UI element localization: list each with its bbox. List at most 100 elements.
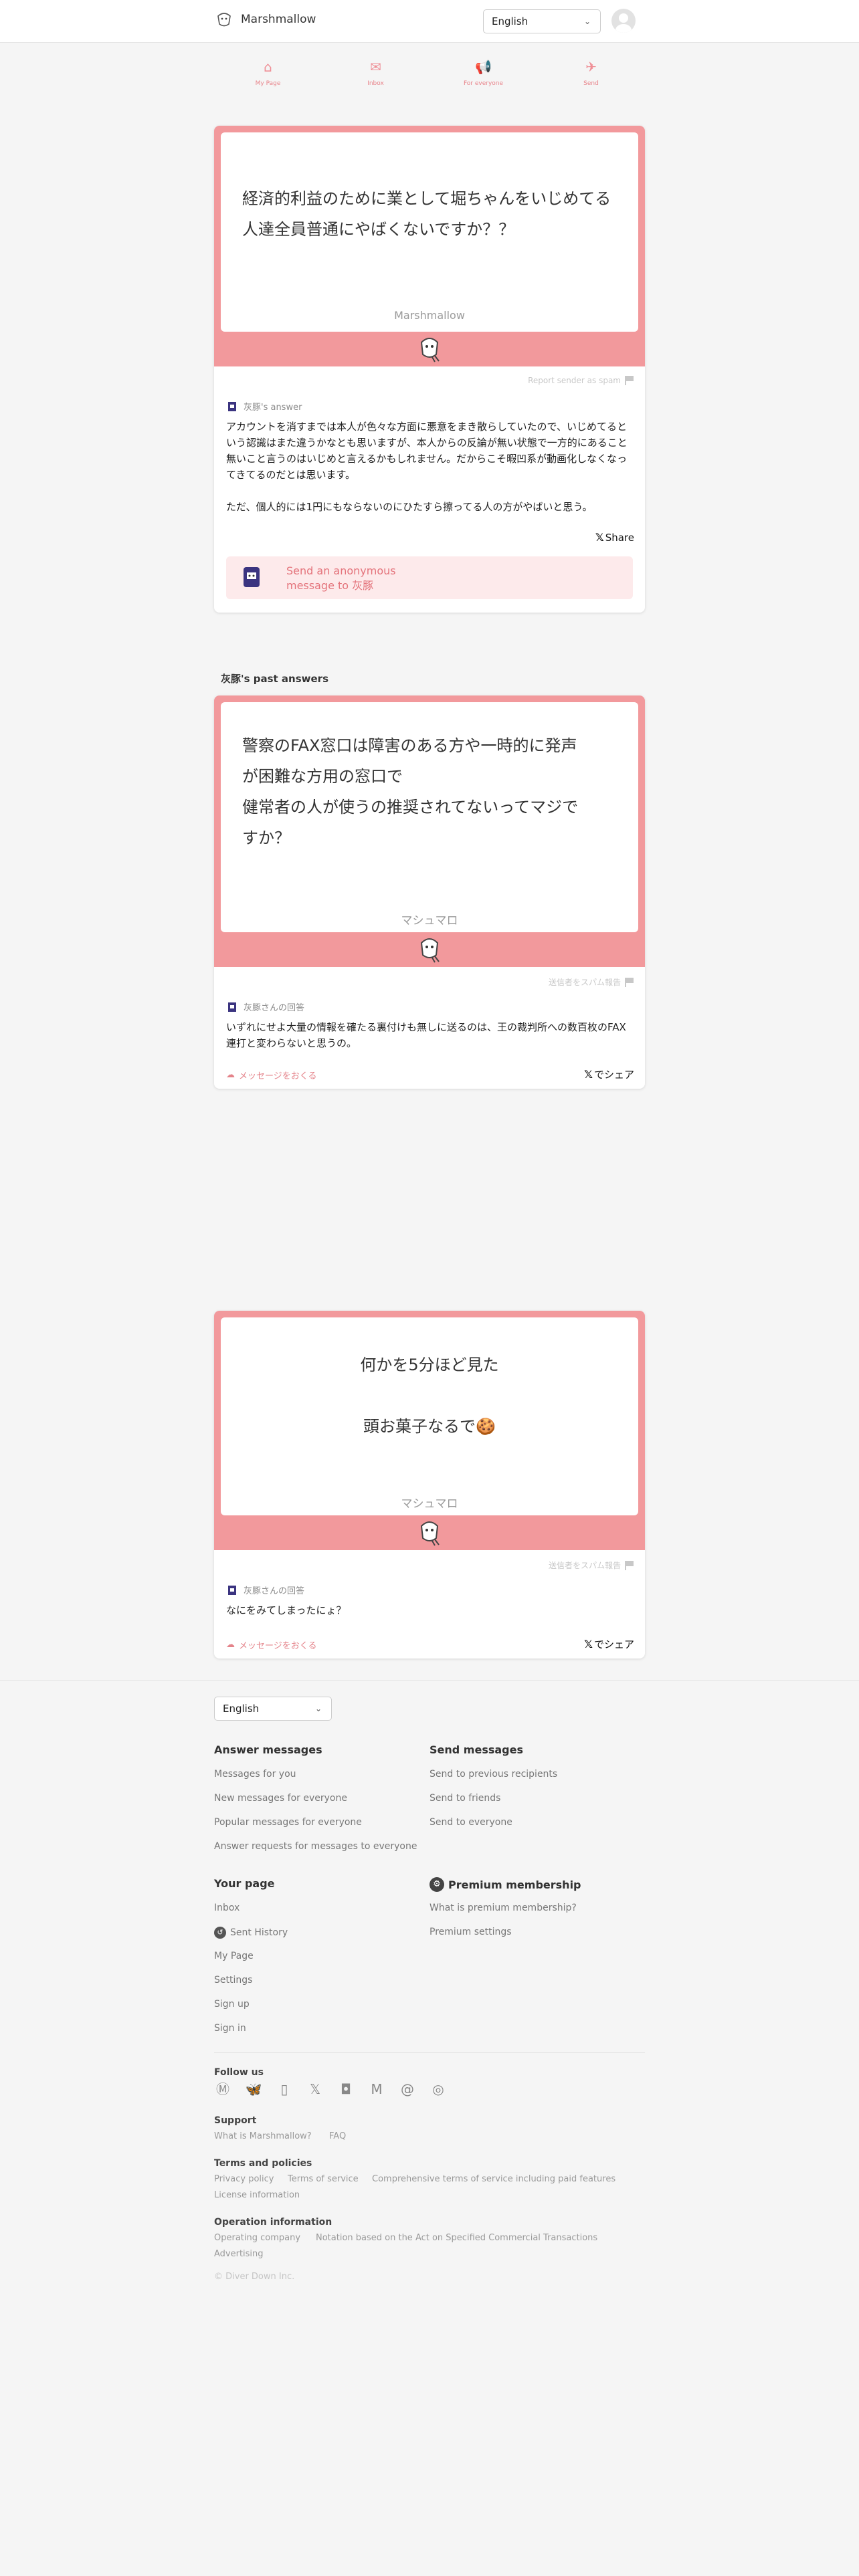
operation-heading: Operation information [214,2217,332,2228]
share-label: でシェア [593,1638,634,1650]
footer-link[interactable]: New messages for everyone [214,1793,347,1804]
premium-title: Premium membership [448,1878,581,1891]
answerer-character-icon [244,567,260,587]
main-message-card: 経済的利益のために業として堀ちゃんをいじめてる人達全員普通にやばくないですか？？… [214,126,645,613]
send-anonymous-message-button[interactable]: Send an anonymous message to 灰豚 [226,556,633,599]
share-label: でシェア [593,1069,634,1081]
bluesky-icon[interactable]: 🦋 [245,2080,262,2098]
footer-link[interactable]: Send to everyone [430,1817,512,1828]
footer-link-sent-history[interactable]: ↺ Sent History [214,1927,288,1939]
threads-icon[interactable]: @ [399,2080,416,2098]
marshmallow-logo-icon [217,13,231,27]
footer-link[interactable]: FAQ [329,2131,346,2141]
footer-link[interactable]: What is Marshmallow? [214,2131,312,2141]
answer-paragraph: ただ、個人的には1円にもならないのにひたすら擦ってる人の方がやばいと思う。 [226,501,593,513]
social-links: Ⓜ 🦋 ▯ 𝕏 ◘ M @ ◎ [214,2080,447,2098]
footer-link[interactable]: Advertising [214,2249,264,2259]
x-icon[interactable]: 𝕏 [306,2080,324,2098]
footer-link[interactable]: Premium settings [430,1927,512,1937]
share-label: Share [605,531,634,544]
footer-link[interactable]: My Page [214,1951,254,1961]
medium-icon[interactable]: M [368,2080,385,2098]
send-message-label: メッセージをおくる [239,1071,317,1081]
question-brand: マシュマロ [401,1497,458,1511]
send-message-link[interactable]: ☁ メッセージをおくる [226,1638,316,1651]
terms-heading: Terms and policies [214,2158,312,2169]
nav-send[interactable]: ✈ Send [537,59,645,92]
report-spam-link[interactable]: 送信者をスパム報告 [549,976,634,988]
nav-label: My Page [255,80,281,87]
nav-for-everyone[interactable]: 📢 For everyone [430,59,537,92]
question-inner: 何かを5分ほど見た 頭お菓子なるで🍪 マシュマロ [221,1317,638,1515]
footer-link[interactable]: License information [214,2190,300,2200]
footer-link[interactable]: Sign in [214,2023,246,2034]
sent-history-label: Sent History [230,1927,288,1938]
footer-language-value: English [223,1703,260,1715]
footer-link[interactable]: Messages for you [214,1769,296,1780]
marshmallow-mascot-icon [420,338,440,362]
answerer-label: 灰豚さんの回答 [226,1584,304,1596]
question-line: 健常者の人が使うの推奨されてないってマジで [242,798,579,817]
x-logo-icon: 𝕏 [584,1068,593,1081]
brand-home-link[interactable]: Marshmallow [214,9,316,29]
footer-link[interactable]: Terms of service [288,2174,359,2184]
marshmallow-mascot-icon [420,1521,440,1546]
note-icon[interactable]: ▯ [276,2080,293,2098]
inbox-icon: ✉ [370,59,381,75]
footer-link[interactable]: Answer requests for messages to everyone [214,1841,417,1852]
send-message-link[interactable]: ☁ メッセージをおくる [226,1069,316,1081]
mastodon-icon[interactable]: ◘ [337,2080,355,2098]
footer-link[interactable]: Sign up [214,1999,250,2010]
answerer-name: 灰豚's answer [244,403,302,413]
question-line: すか？ [242,829,290,847]
footer: English ⌄ Answer messages Messages for y… [0,1680,859,2576]
footer-link[interactable]: Popular messages for everyone [214,1817,362,1828]
app-name: Marshmallow [241,13,316,26]
footer-link[interactable]: Operating company [214,2233,300,2243]
question-inner: 経済的利益のために業として堀ちゃんをいじめてる人達全員普通にやばくないですか？？… [221,132,638,332]
answerer-avatar-icon [228,1002,236,1012]
footer-link[interactable]: Notation based on the Act on Specified C… [316,2233,597,2243]
nav-inbox[interactable]: ✉ Inbox [322,59,430,92]
x-logo-icon: 𝕏 [595,531,604,544]
share-x-button[interactable]: 𝕏 Share [595,531,634,544]
user-avatar[interactable] [611,9,636,33]
divider [214,2052,645,2053]
footer-link[interactable]: What is premium membership? [430,1903,577,1913]
share-x-button[interactable]: 𝕏 でシェア [584,1637,634,1651]
footer-link[interactable]: Privacy policy [214,2174,274,2184]
chevron-down-icon: ⌄ [583,17,591,26]
footer-link[interactable]: Comprehensive terms of service including… [372,2174,615,2184]
language-select[interactable]: English ⌄ [483,9,601,33]
x-logo-icon: 𝕏 [584,1638,593,1650]
answer-paragraph: アカウントを消すまでは本人が色々な方面に悪意をまき散らしていたので、いじめてると… [226,421,628,481]
nav-my-page[interactable]: ⌂ My Page [214,59,322,92]
report-spam-link[interactable]: 送信者をスパム報告 [549,1560,634,1571]
report-label: 送信者をスパム報告 [548,978,621,987]
footer-link[interactable]: Settings [214,1975,252,1985]
question-line: 頭お菓子なるで🍪 [363,1417,496,1436]
flag-icon [625,376,634,385]
report-label: Report sender as spam [528,376,621,385]
report-spam-link[interactable]: Report sender as spam [528,376,634,385]
share-x-button[interactable]: 𝕏 でシェア [584,1067,634,1081]
footer-link[interactable]: Send to friends [430,1793,500,1804]
footer-link[interactable]: Send to previous recipients [430,1769,557,1780]
nav-label: For everyone [463,80,504,87]
answerer-avatar-icon [228,401,236,411]
instagram-icon[interactable]: ◎ [430,2080,447,2098]
question-box: 何かを5分ほど見た 頭お菓子なるで🍪 マシュマロ [214,1311,645,1550]
question-footer [221,332,638,366]
footer-language-select[interactable]: English ⌄ [214,1697,332,1721]
footer-link[interactable]: Inbox [214,1903,240,1913]
language-value: English [492,15,529,27]
question-text: 何かを5分ほど見た 頭お菓子なるで🍪 [221,1350,638,1442]
paper-plane-icon: ✈ [585,59,597,75]
misskey-icon[interactable]: Ⓜ [214,2080,231,2098]
marshmallow-mascot-icon [420,938,440,963]
megaphone-icon: 📢 [475,59,492,75]
premium-heading: ⚙ Premium membership [430,1877,581,1892]
past-answer-card: 警察のFAX窓口は障害のある方や一時的に発声 が困難な方用の窓口で 健常者の人が… [214,695,645,1089]
send-line-1: Send an anonymous [286,564,396,577]
answer-text: アカウントを消すまでは本人が色々な方面に悪意をまき散らしていたので、いじめてると… [226,419,632,515]
